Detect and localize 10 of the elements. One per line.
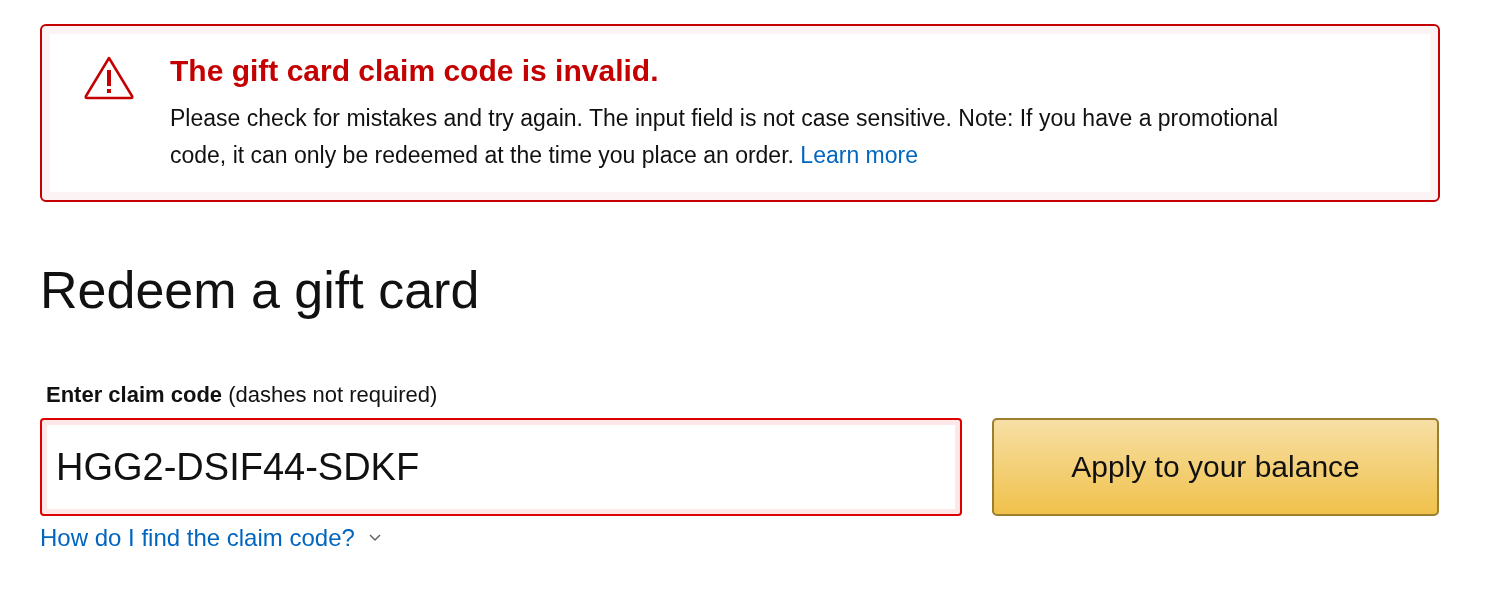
claim-code-field[interactable]: HGG2-DSIF44-SDKF — [40, 418, 962, 516]
field-label: Enter claim code (dashes not required) — [46, 382, 439, 408]
alert-message: Please check for mistakes and try again. The input field is not case sensitive. Note: If you have a promotional code, it can only be redeemed at the time you place an order. Learn more — [170, 104, 1279, 170]
learn-more-link[interactable]: Learn more — [800, 142, 918, 168]
apply-button[interactable]: Apply to your balance — [992, 418, 1439, 516]
chevron-icon — [368, 534, 381, 542]
help-link[interactable]: How do I find the claim code? — [40, 524, 381, 552]
page-heading: Redeem a gift card — [40, 260, 481, 320]
alert-title: The gift card claim code is invalid. — [170, 54, 660, 88]
warning-icon — [84, 56, 134, 100]
